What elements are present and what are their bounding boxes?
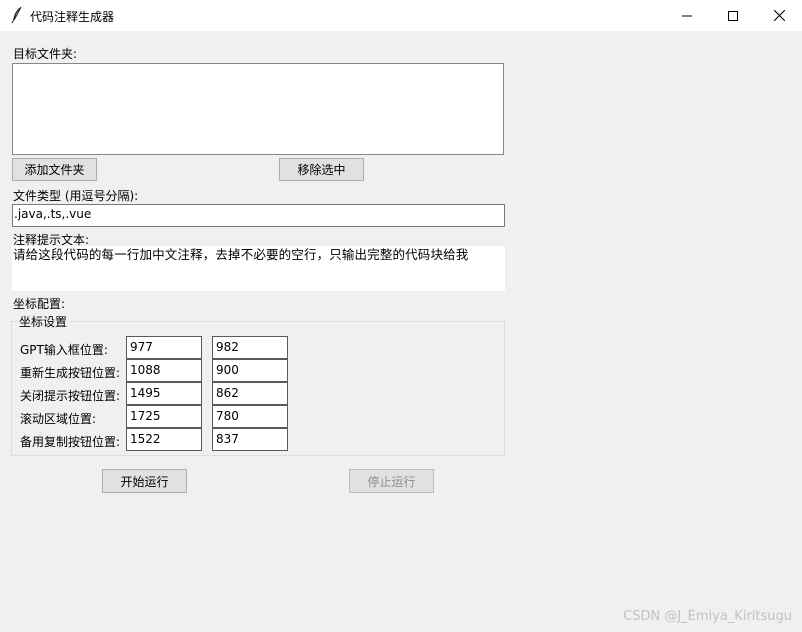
start-button[interactable]: 开始运行	[102, 469, 187, 493]
coord-x-scroll-area[interactable]: 1725	[126, 405, 202, 428]
coord-x-close-hint[interactable]: 1495	[126, 382, 202, 405]
feather-icon	[10, 6, 24, 24]
coord-label-regenerate: 重新生成按钮位置:	[20, 366, 121, 380]
minimize-icon	[682, 11, 692, 21]
coord-label-gpt-input: GPT输入框位置:	[20, 343, 108, 357]
coords-config-label: 坐标配置:	[13, 297, 66, 311]
title-bar[interactable]: 代码注释生成器	[0, 0, 802, 31]
coord-label-close-hint: 关闭提示按钮位置:	[20, 389, 121, 403]
target-folder-label: 目标文件夹:	[13, 47, 78, 61]
coord-y-backup-copy[interactable]: 837	[212, 428, 288, 451]
coords-group-title: 坐标设置	[17, 313, 70, 330]
coord-x-gpt-input[interactable]: 977	[126, 336, 202, 359]
stop-button[interactable]: 停止运行	[349, 469, 434, 493]
prompt-textarea[interactable]: 请给这段代码的每一行加中文注释，去掉不必要的空行，只输出完整的代码块给我	[12, 246, 505, 291]
watermark-text: CSDN @J_Emiya_Kiritsugu	[623, 609, 792, 624]
maximize-icon	[728, 10, 738, 21]
coord-y-gpt-input[interactable]: 982	[212, 336, 288, 359]
coord-x-regenerate[interactable]: 1088	[126, 359, 202, 382]
minimize-button[interactable]	[664, 0, 710, 31]
coord-y-regenerate[interactable]: 900	[212, 359, 288, 382]
maximize-button[interactable]	[710, 0, 756, 31]
file-types-input[interactable]: .java,.ts,.vue	[12, 204, 505, 227]
remove-selected-button[interactable]: 移除选中	[279, 158, 364, 181]
close-button[interactable]	[756, 0, 802, 31]
add-folder-button[interactable]: 添加文件夹	[12, 158, 97, 181]
folder-listbox[interactable]	[12, 63, 504, 155]
coord-label-scroll-area: 滚动区域位置:	[20, 412, 97, 426]
coord-label-backup-copy: 备用复制按钮位置:	[20, 435, 121, 449]
coord-x-backup-copy[interactable]: 1522	[126, 428, 202, 451]
file-types-label: 文件类型 (用逗号分隔):	[13, 189, 139, 203]
coord-y-close-hint[interactable]: 862	[212, 382, 288, 405]
coord-y-scroll-area[interactable]: 780	[212, 405, 288, 428]
window-title: 代码注释生成器	[30, 10, 115, 24]
close-icon	[773, 10, 785, 21]
